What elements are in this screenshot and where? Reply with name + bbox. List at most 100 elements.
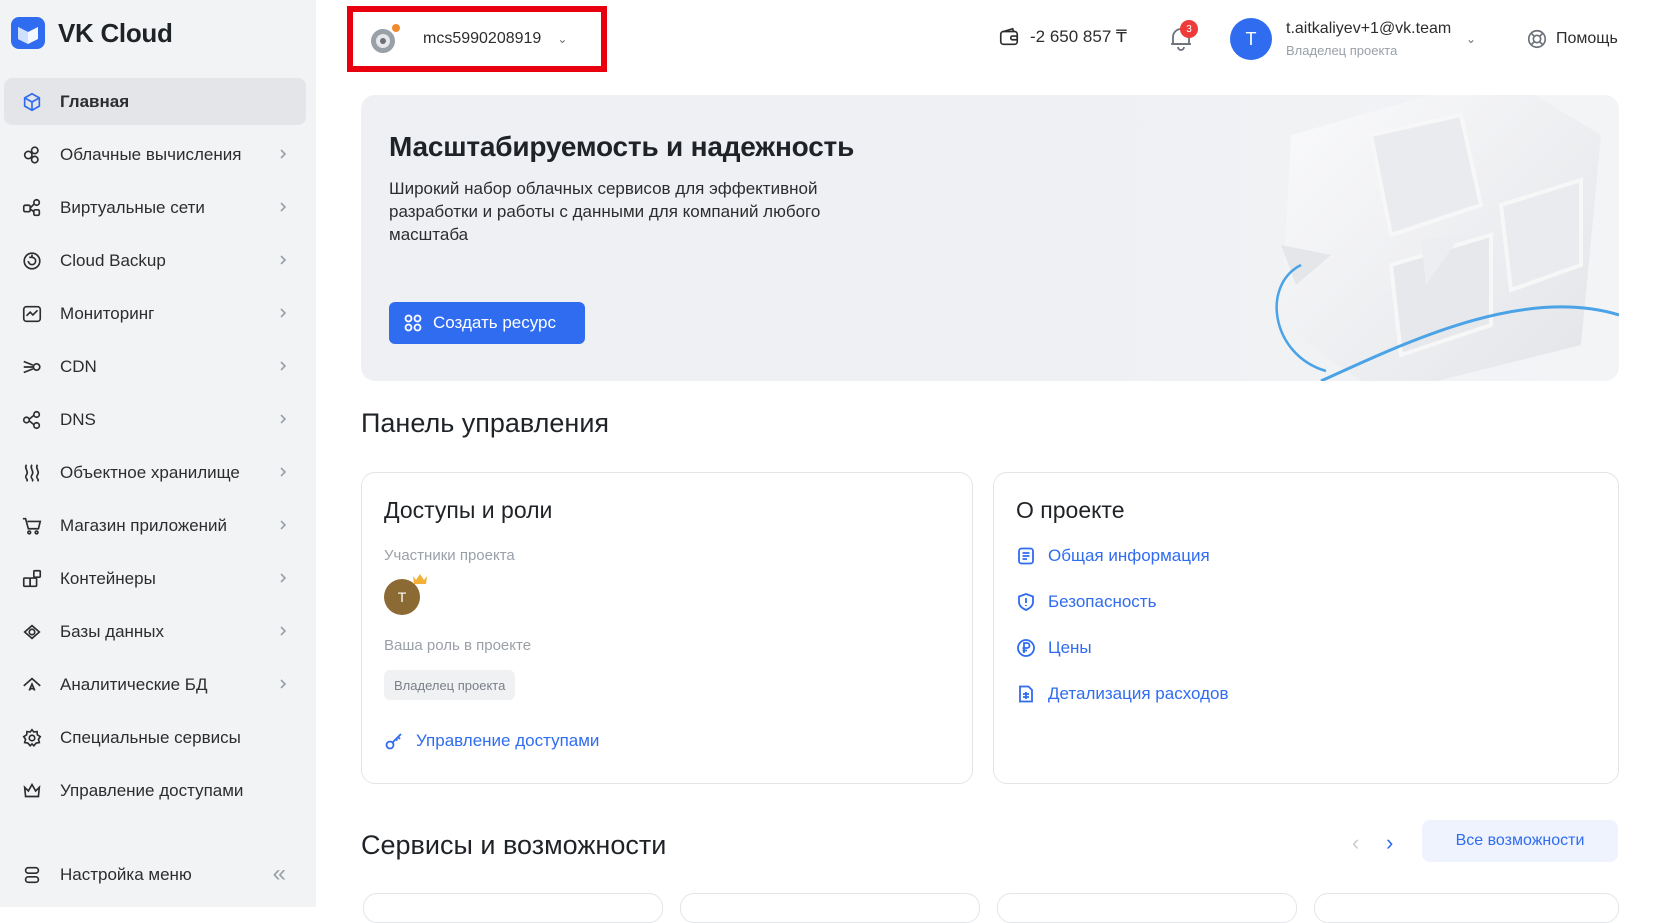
sidebar-item-label: Контейнеры bbox=[60, 568, 156, 588]
dashboard-title: Панель управления bbox=[361, 408, 610, 438]
sidebar-item-app-store[interactable]: Магазин приложений bbox=[4, 502, 306, 549]
project-selector[interactable]: mcs5990208919 ⌄ bbox=[347, 6, 607, 72]
sidebar-item-label: Специальные сервисы bbox=[60, 727, 241, 747]
role-badge: Владелец проекта bbox=[384, 670, 516, 700]
storage-icon bbox=[18, 459, 46, 487]
prices-label: Цены bbox=[1048, 638, 1092, 657]
access-roles-card: Доступы и роли Участники проекта T Ваша … bbox=[361, 472, 973, 784]
sidebar-item-home[interactable]: Главная bbox=[4, 78, 306, 125]
shield-icon bbox=[1018, 593, 1034, 611]
project-name: mcs5990208919 bbox=[423, 30, 542, 47]
your-role-label: Ваша роль в проекте bbox=[384, 637, 532, 654]
create-resource-label: Создать ресурс bbox=[433, 313, 557, 332]
sidebar-item-label: DNS bbox=[60, 409, 96, 429]
database-icon bbox=[18, 618, 46, 646]
collapse-sidebar-icon[interactable]: « bbox=[273, 862, 286, 886]
sidebar-item-compute[interactable]: Облачные вычисления bbox=[4, 131, 306, 178]
general-info-label: Общая информация bbox=[1048, 546, 1210, 565]
sidebar-item-containers[interactable]: Контейнеры bbox=[4, 555, 306, 602]
menu-settings-button[interactable]: Настройка меню « bbox=[4, 852, 306, 898]
sidebar: VK Cloud Главная Облачные вычисления Вир… bbox=[0, 0, 316, 907]
manage-access-link[interactable]: Управление доступами bbox=[384, 731, 599, 751]
sidebar-item-label: Cloud Backup bbox=[60, 250, 166, 270]
chevron-down-icon[interactable]: ⌄ bbox=[1466, 32, 1476, 46]
sidebar-item-dns[interactable]: DNS bbox=[4, 396, 306, 443]
chevron-right-icon bbox=[280, 255, 287, 265]
prices-link[interactable]: Цены bbox=[1016, 638, 1092, 658]
about-project-title: О проекте bbox=[1016, 497, 1125, 523]
ruble-icon bbox=[1017, 639, 1035, 657]
sidebar-item-networks[interactable]: Виртуальные сети bbox=[4, 184, 306, 231]
receipt-icon bbox=[1019, 685, 1033, 703]
project-members-label: Участники проекта bbox=[384, 547, 515, 564]
brand-name: VK Cloud bbox=[58, 17, 173, 48]
owner-crown-icon bbox=[413, 574, 427, 584]
chevron-right-icon bbox=[280, 149, 287, 159]
services-title: Сервисы и возможности bbox=[361, 830, 667, 860]
hero-banner: Масштабируемость и надежность Широкий на… bbox=[361, 95, 1619, 381]
user-role: Владелец проекта bbox=[1286, 43, 1398, 58]
chevron-right-icon bbox=[280, 626, 287, 636]
menu-settings-label: Настройка меню bbox=[60, 865, 192, 884]
security-link[interactable]: Безопасность bbox=[1016, 592, 1156, 612]
service-card[interactable] bbox=[997, 893, 1297, 923]
sidebar-item-access-management[interactable]: Управление доступами bbox=[4, 767, 306, 814]
security-label: Безопасность bbox=[1048, 592, 1157, 611]
document-icon bbox=[1018, 547, 1034, 565]
sidebar-item-special-services[interactable]: Специальные сервисы bbox=[4, 714, 306, 761]
chevron-right-icon bbox=[280, 467, 287, 477]
containers-icon bbox=[18, 565, 46, 593]
create-resource-button[interactable]: Создать ресурс bbox=[389, 302, 585, 344]
analytics-db-icon bbox=[18, 671, 46, 699]
chevron-right-icon bbox=[280, 679, 287, 689]
chevron-right-icon bbox=[280, 414, 287, 424]
help-icon bbox=[1527, 29, 1547, 49]
sidebar-item-analytics-db[interactable]: Аналитические БД bbox=[4, 661, 306, 708]
expense-details-link[interactable]: Детализация расходов bbox=[1016, 684, 1228, 704]
project-avatar-icon bbox=[367, 21, 403, 57]
access-roles-title: Доступы и роли bbox=[384, 497, 553, 523]
help-button[interactable]: Помощь bbox=[1526, 28, 1618, 50]
gear-icon bbox=[18, 724, 46, 752]
sidebar-item-databases[interactable]: Базы данных bbox=[4, 608, 306, 655]
user-avatar[interactable]: T bbox=[1230, 18, 1272, 60]
balance[interactable]: -2 650 857 ₸ bbox=[998, 26, 1127, 48]
sidebar-item-label: Аналитические БД bbox=[60, 674, 208, 694]
help-label: Помощь bbox=[1556, 30, 1618, 47]
dns-icon bbox=[18, 406, 46, 434]
sidebar-item-cdn[interactable]: CDN bbox=[4, 343, 306, 390]
user-email[interactable]: t.aitkaliyev+1@vk.team bbox=[1286, 20, 1451, 38]
carousel-prev-icon[interactable]: ‹ bbox=[1352, 830, 1359, 856]
crown-icon bbox=[18, 777, 46, 805]
manage-access-label: Управление доступами bbox=[416, 731, 600, 750]
wallet-icon bbox=[999, 27, 1019, 46]
monitoring-icon bbox=[18, 300, 46, 328]
about-project-card: О проекте Общая информация Безопасность … bbox=[993, 472, 1619, 784]
brand-logo[interactable]: VK Cloud bbox=[10, 15, 173, 51]
sidebar-item-label: Объектное хранилище bbox=[60, 462, 240, 482]
service-card[interactable] bbox=[1314, 893, 1619, 923]
all-features-button[interactable]: Все возможности bbox=[1422, 820, 1618, 862]
notification-badge: 3 bbox=[1180, 20, 1198, 38]
sidebar-item-label: Виртуальные сети bbox=[60, 197, 205, 217]
sidebar-item-label: Облачные вычисления bbox=[60, 144, 242, 164]
sidebar-item-cloud-backup[interactable]: Cloud Backup bbox=[4, 237, 306, 284]
sidebar-item-label: Главная bbox=[60, 91, 130, 111]
sidebar-item-monitoring[interactable]: Мониторинг bbox=[4, 290, 306, 337]
sidebar-item-label: Базы данных bbox=[60, 621, 165, 641]
cart-icon bbox=[18, 512, 46, 540]
hero-illustration bbox=[1275, 95, 1619, 381]
backup-icon bbox=[18, 247, 46, 275]
network-icon bbox=[18, 194, 46, 222]
carousel-next-icon[interactable]: › bbox=[1386, 830, 1393, 856]
compute-icon bbox=[18, 141, 46, 169]
sidebar-item-label: CDN bbox=[60, 356, 97, 376]
sidebar-item-object-storage[interactable]: Объектное хранилище bbox=[4, 449, 306, 496]
sidebar-item-label: Мониторинг bbox=[60, 303, 155, 323]
service-card[interactable] bbox=[680, 893, 980, 923]
chevron-right-icon bbox=[280, 520, 287, 530]
settings-menu-icon bbox=[18, 861, 46, 889]
general-info-link[interactable]: Общая информация bbox=[1016, 546, 1210, 566]
service-card[interactable] bbox=[363, 893, 663, 923]
sidebar-item-label: Управление доступами bbox=[60, 780, 244, 800]
